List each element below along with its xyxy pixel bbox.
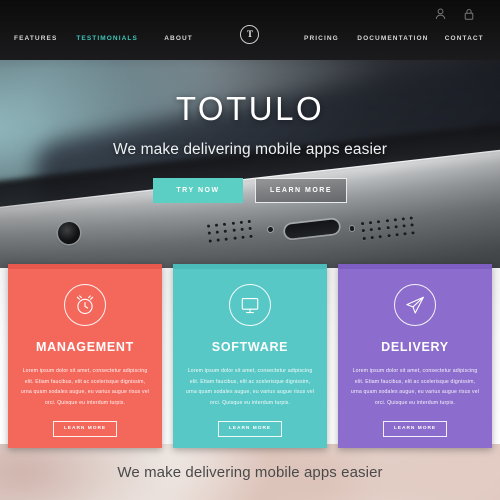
hero-buttons: TRY NOW LEARN MORE <box>153 178 347 203</box>
monitor-icon <box>229 284 271 326</box>
lock-icon[interactable] <box>464 8 474 20</box>
card-accent-bar <box>173 264 327 269</box>
card-description: Lorem ipsum dolor sit amet, consectetur … <box>350 368 480 406</box>
nav-item-documentation[interactable]: DOCUMENTATION <box>357 35 428 42</box>
card-delivery: DELIVERY Lorem ipsum dolor sit amet, con… <box>338 264 492 448</box>
card-title: MANAGEMENT <box>36 340 134 354</box>
paper-plane-icon <box>394 284 436 326</box>
card-learn-more-button[interactable]: LEARN MORE <box>53 420 117 437</box>
card-learn-more-button[interactable]: LEARN MORE <box>218 420 282 437</box>
card-software: SOFTWARE Lorem ipsum dolor sit amet, con… <box>173 264 327 448</box>
card-title: DELIVERY <box>381 340 449 354</box>
site-logo[interactable]: T <box>214 25 285 44</box>
learn-more-button[interactable]: LEARN MORE <box>255 178 347 203</box>
card-accent-bar <box>338 264 492 269</box>
card-description: Lorem ipsum dolor sit amet, consectetur … <box>20 368 150 406</box>
try-now-button[interactable]: TRY NOW <box>153 178 243 203</box>
card-learn-more-button[interactable]: LEARN MORE <box>383 420 447 437</box>
card-accent-bar <box>8 264 162 269</box>
nav-item-pricing[interactable]: PRICING <box>286 35 357 42</box>
user-icon[interactable] <box>435 8 446 20</box>
landing-page: FEATURES TESTIMONIALS ABOUT T PRICING DO… <box>0 0 500 500</box>
logo-letter: T <box>240 25 260 44</box>
card-management: MANAGEMENT Lorem ipsum dolor sit amet, c… <box>8 264 162 448</box>
card-title: SOFTWARE <box>211 340 289 354</box>
nav-utility-icons <box>435 8 474 20</box>
footer: We make delivering mobile apps easier <box>0 444 500 500</box>
nav-item-testimonials[interactable]: TESTIMONIALS <box>71 35 142 42</box>
nav-item-features[interactable]: FEATURES <box>0 35 71 42</box>
alarm-clock-icon <box>64 284 106 326</box>
top-navigation: FEATURES TESTIMONIALS ABOUT T PRICING DO… <box>0 0 500 60</box>
footer-tagline: We make delivering mobile apps easier <box>117 463 383 481</box>
nav-item-about[interactable]: ABOUT <box>143 35 214 42</box>
card-description: Lorem ipsum dolor sit amet, consectetur … <box>185 368 315 406</box>
nav-item-contact[interactable]: CONTACT <box>429 35 500 42</box>
nav-links: FEATURES TESTIMONIALS ABOUT T PRICING DO… <box>0 25 500 44</box>
feature-cards: MANAGEMENT Lorem ipsum dolor sit amet, c… <box>0 264 500 450</box>
